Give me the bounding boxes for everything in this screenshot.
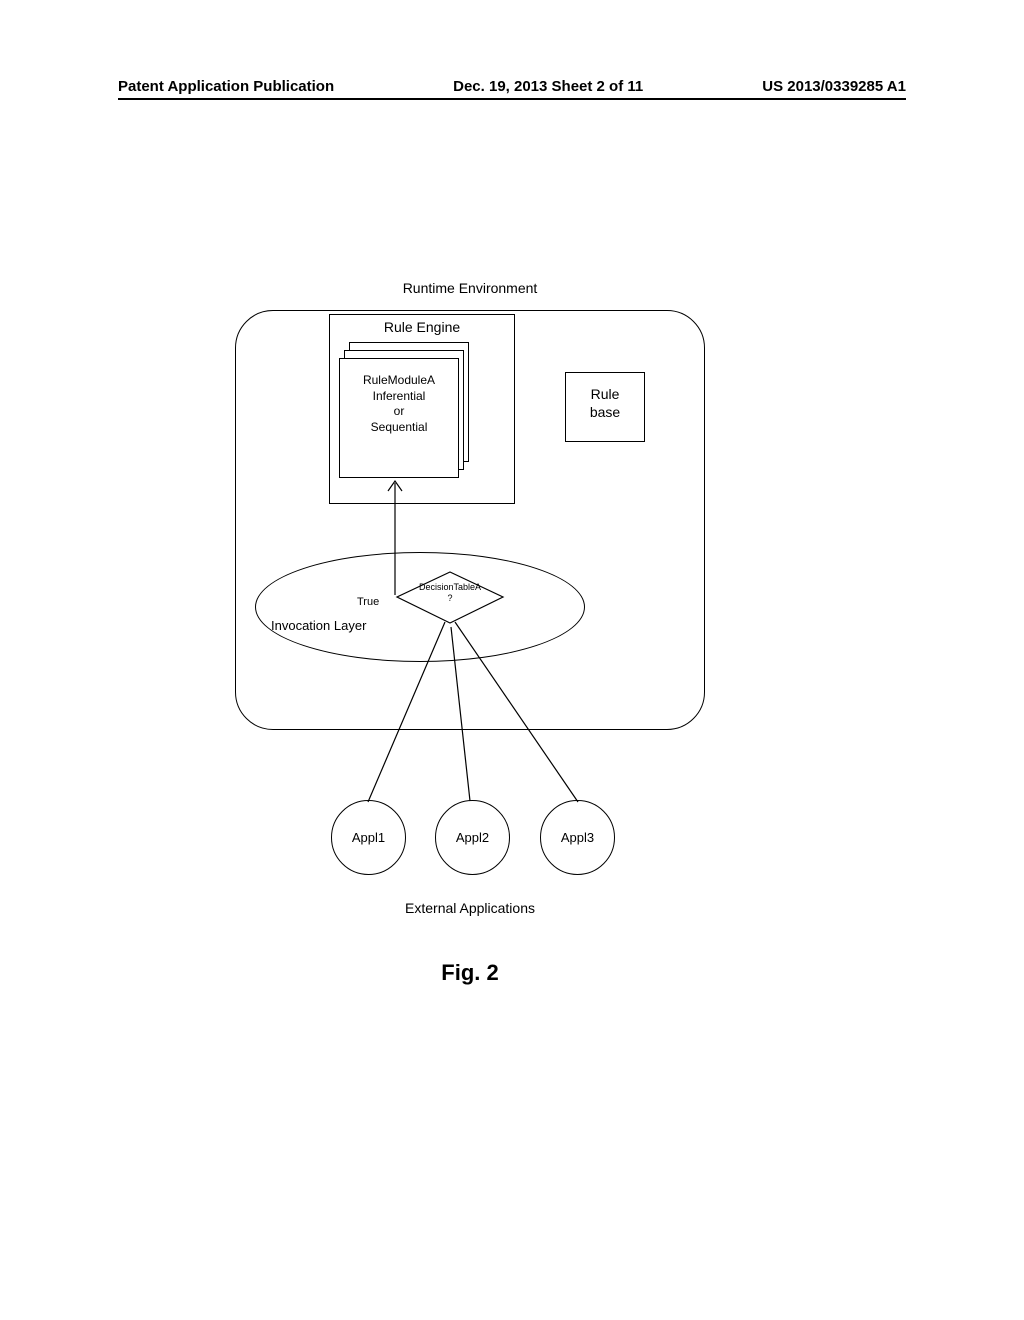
true-label: True — [357, 596, 379, 608]
decision-label: DecisionTableA — [395, 582, 505, 593]
module-line4: Sequential — [340, 420, 458, 436]
diagram: Runtime Environment Rule Engine RuleModu… — [235, 280, 705, 980]
header-right: US 2013/0339285 A1 — [762, 78, 906, 95]
module-line1: RuleModuleA — [340, 373, 458, 389]
rule-engine-title: Rule Engine — [330, 315, 514, 335]
external-app-2: Appl2 — [435, 800, 510, 875]
decision-mark: ? — [395, 593, 505, 604]
runtime-environment-title: Runtime Environment — [235, 280, 705, 296]
module-line2: Inferential — [340, 389, 458, 405]
rule-module-stack: RuleModuleA Inferential or Sequential — [339, 342, 469, 472]
figure-label: Fig. 2 — [235, 960, 705, 986]
external-app-3: Appl3 — [540, 800, 615, 875]
external-app-1: Appl1 — [331, 800, 406, 875]
module-line3: or — [340, 404, 458, 420]
invocation-layer-label: Invocation Layer — [271, 618, 366, 633]
page-header: Patent Application Publication Dec. 19, … — [0, 78, 1024, 95]
decision-table-diamond: DecisionTableA ? — [395, 570, 505, 625]
header-center: Dec. 19, 2013 Sheet 2 of 11 — [453, 78, 643, 95]
rule-base-box: Rule base — [565, 372, 645, 442]
rule-module-text: RuleModuleA Inferential or Sequential — [340, 359, 458, 435]
app2-label: Appl2 — [456, 830, 489, 845]
rulebase-line1: Rule — [566, 385, 644, 403]
decision-table-text: DecisionTableA ? — [395, 582, 505, 604]
header-left: Patent Application Publication — [118, 78, 334, 95]
app3-label: Appl3 — [561, 830, 594, 845]
external-applications-title: External Applications — [235, 900, 705, 916]
rulebase-line2: base — [566, 403, 644, 421]
app1-label: Appl1 — [352, 830, 385, 845]
rule-module-card-front: RuleModuleA Inferential or Sequential — [339, 358, 459, 478]
header-divider — [118, 98, 906, 100]
connector-app3 — [450, 620, 590, 810]
